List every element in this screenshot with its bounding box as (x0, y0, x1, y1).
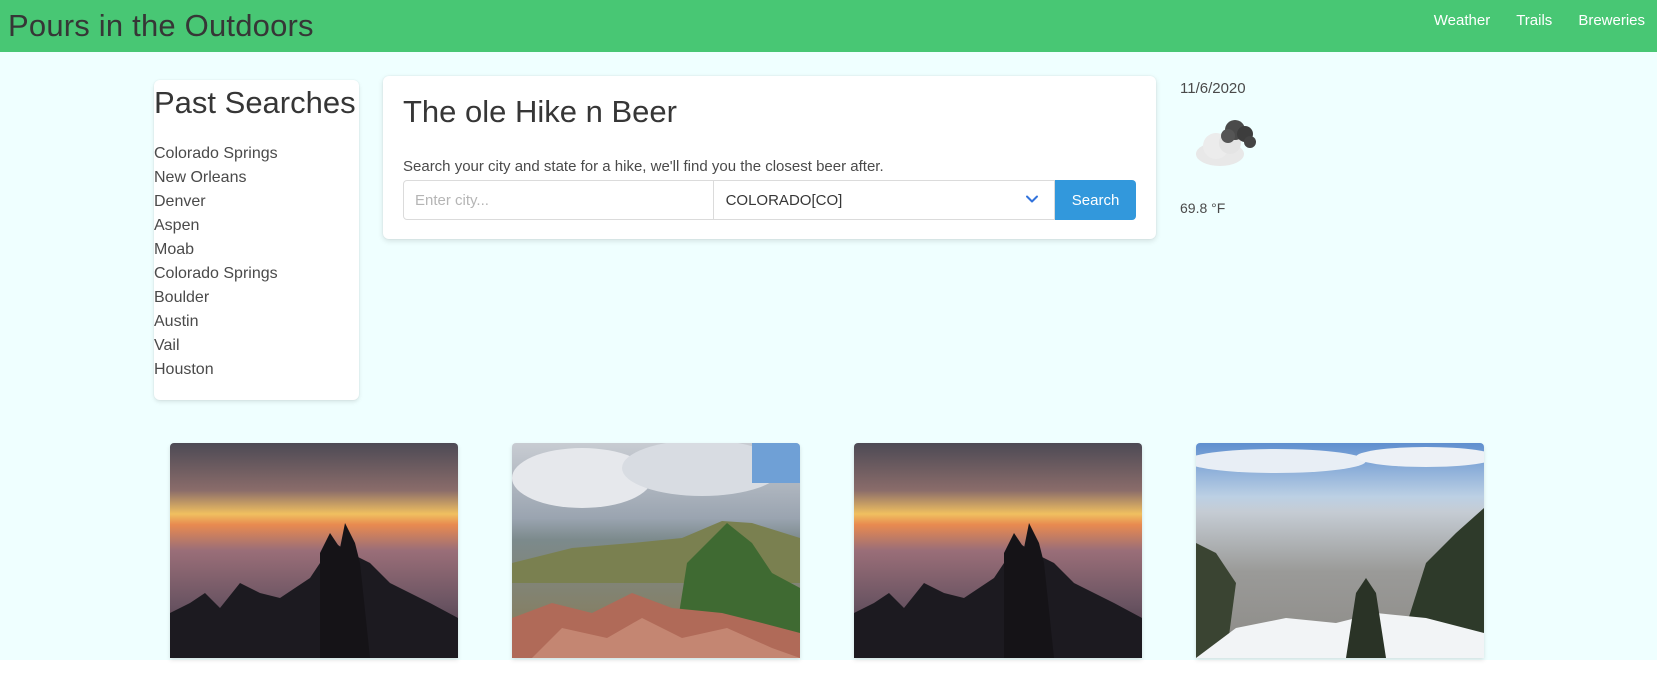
chevron-down-icon (1026, 195, 1039, 203)
search-box-subtitle: Search your city and state for a hike, w… (403, 158, 884, 175)
past-search-item[interactable]: Colorado Springs (154, 262, 359, 286)
cloudy-icon (1196, 120, 1256, 166)
past-search-item[interactable]: Colorado Springs (154, 142, 359, 166)
city-input[interactable] (403, 180, 714, 220)
trail-image-card[interactable] (170, 443, 458, 658)
navbar: Pours in the Outdoors Weather Trails Bre… (0, 0, 1657, 52)
trail-image-card[interactable] (854, 443, 1142, 658)
past-search-item[interactable]: Aspen (154, 214, 359, 238)
past-search-item[interactable]: Vail (154, 334, 359, 358)
state-select-value: COLORADO[CO] (725, 191, 843, 209)
trail-image-card[interactable] (1196, 443, 1484, 658)
past-search-item[interactable]: New Orleans (154, 166, 359, 190)
state-select[interactable]: COLORADO[CO] (713, 180, 1056, 220)
sunset-clouds-image (854, 443, 1142, 658)
search-box: The ole Hike n Beer Search your city and… (383, 76, 1156, 239)
past-search-item[interactable]: Austin (154, 310, 359, 334)
weather-temperature: 69.8 °F (1180, 200, 1226, 216)
past-search-item[interactable]: Boulder (154, 286, 359, 310)
nav-link-breweries[interactable]: Breweries (1578, 12, 1645, 29)
past-search-item[interactable]: Moab (154, 238, 359, 262)
past-search-item[interactable]: Houston (154, 358, 359, 382)
past-searches-title: Past Searches (154, 85, 356, 120)
search-field-group: COLORADO[CO] Search (403, 180, 1137, 220)
brand-title[interactable]: Pours in the Outdoors (0, 0, 314, 52)
weather-date: 11/6/2020 (1180, 80, 1246, 97)
trail-image-card[interactable] (512, 443, 800, 658)
past-searches-list: Colorado Springs New Orleans Denver Aspe… (154, 142, 359, 382)
nav-link-weather[interactable]: Weather (1434, 12, 1490, 29)
past-search-item[interactable]: Denver (154, 190, 359, 214)
past-searches-panel: Past Searches Colorado Springs New Orlea… (154, 80, 359, 400)
snowy-valley-city-image (1196, 443, 1484, 658)
sunset-clouds-image (170, 443, 458, 658)
nav-links: Weather Trails Breweries (1408, 0, 1657, 52)
search-box-title: The ole Hike n Beer (403, 94, 677, 129)
mountain-ridge-image (512, 443, 800, 658)
search-button[interactable]: Search (1055, 180, 1137, 220)
nav-link-trails[interactable]: Trails (1516, 12, 1552, 29)
